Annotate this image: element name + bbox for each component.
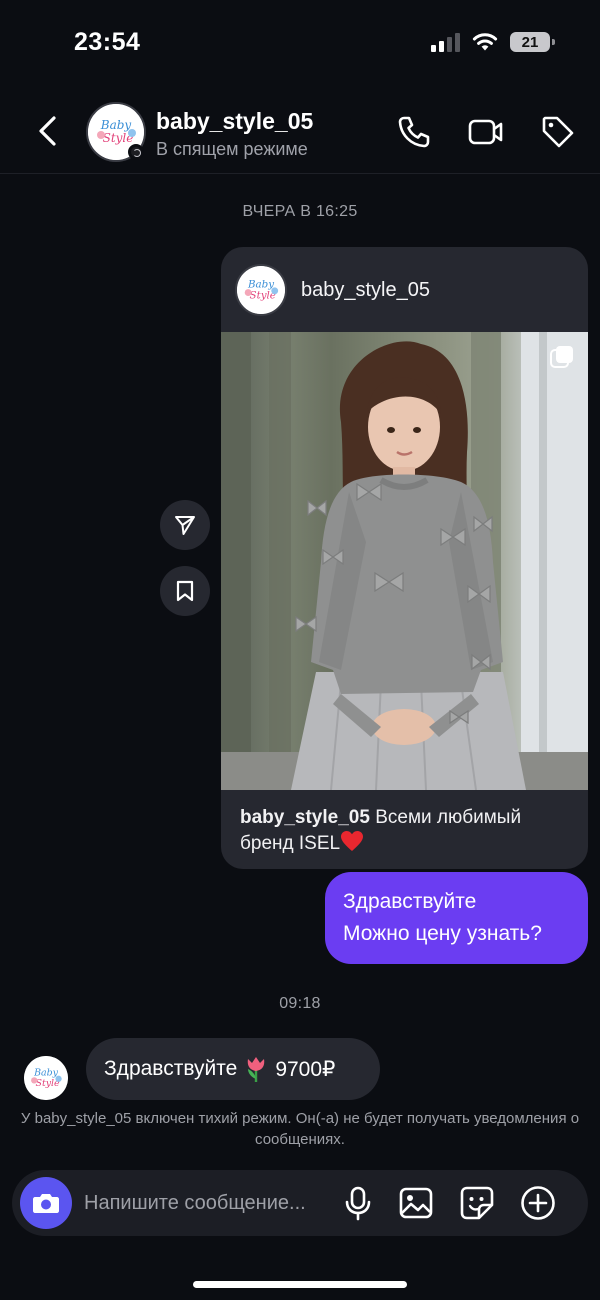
share-button[interactable] <box>160 500 210 550</box>
video-icon[interactable] <box>468 114 504 150</box>
outgoing-message[interactable]: Здравствуйте Можно цену узнать? <box>325 872 588 964</box>
svg-text:Baby: Baby <box>247 278 274 290</box>
bookmark-icon <box>176 580 194 602</box>
phone-icon[interactable] <box>396 114 432 150</box>
mic-icon[interactable] <box>340 1185 376 1221</box>
chat-subtitle: В спящем режиме <box>156 139 308 159</box>
battery-icon: 21 <box>510 32 555 52</box>
post-header: Baby Style baby_style_05 <box>221 247 588 332</box>
sleep-status-indicator <box>128 144 144 160</box>
wifi-icon <box>472 33 498 51</box>
shared-post[interactable]: Baby Style baby_style_05 baby_style_05 В… <box>221 247 588 869</box>
send-icon <box>175 516 195 535</box>
time-separator: 09:18 <box>279 995 321 1012</box>
home-indicator[interactable] <box>193 1281 407 1288</box>
chat-title[interactable]: baby_style_05 <box>156 108 313 135</box>
post-image[interactable] <box>221 332 588 790</box>
sender-avatar[interactable]: Baby Style <box>24 1056 68 1100</box>
outgoing-line-1: Здравствуйте <box>343 890 477 913</box>
heart-emoji <box>341 831 364 851</box>
back-icon[interactable] <box>32 114 66 148</box>
message-composer <box>12 1170 588 1236</box>
battery-level: 21 <box>521 33 539 51</box>
camera-button[interactable] <box>20 1177 72 1229</box>
post-avatar[interactable]: Baby Style <box>235 264 287 316</box>
brand-logo-image: Baby Style <box>237 266 285 314</box>
chat-header: Baby Style baby_style_05 В спящем режиме <box>0 96 600 174</box>
gallery-icon[interactable] <box>398 1185 434 1221</box>
incoming-price: 9700₽ <box>275 1057 336 1081</box>
status-icons: 21 <box>431 32 555 52</box>
caption-username[interactable]: baby_style_05 <box>240 807 370 828</box>
status-time: 23:54 <box>74 28 141 56</box>
signal-icon <box>431 32 460 52</box>
incoming-text: Здравствуйте <box>104 1057 238 1080</box>
quiet-mode-notice: У baby_style_05 включен тихий режим. Он(… <box>20 1110 580 1148</box>
girl-in-grey-sweater-photo <box>221 332 588 790</box>
carousel-icon <box>550 346 573 368</box>
status-bar: 23:54 21 <box>0 0 600 90</box>
svg-text:Baby: Baby <box>33 1068 59 1079</box>
camera-icon <box>33 1194 59 1213</box>
post-author[interactable]: baby_style_05 <box>301 279 430 302</box>
date-separator: ВЧЕРА В 16:25 <box>242 203 358 220</box>
plus-icon[interactable] <box>520 1185 556 1221</box>
message-input[interactable] <box>84 1187 334 1219</box>
brand-logo-image: Baby Style <box>24 1056 68 1100</box>
incoming-message[interactable]: Здравствуйте 9700₽ <box>86 1038 380 1100</box>
save-button[interactable] <box>160 566 210 616</box>
outgoing-line-2: Можно цену узнать? <box>343 922 542 945</box>
sticker-icon[interactable] <box>459 1185 495 1221</box>
post-caption: baby_style_05 Всеми любимый бренд ISEL <box>240 805 575 856</box>
dm-screen: 23:54 21 Baby Style baby_style_05 В спящ… <box>0 0 600 1300</box>
svg-text:Baby: Baby <box>100 118 132 132</box>
tulip-emoji <box>248 1057 265 1082</box>
tag-icon[interactable] <box>540 114 576 150</box>
